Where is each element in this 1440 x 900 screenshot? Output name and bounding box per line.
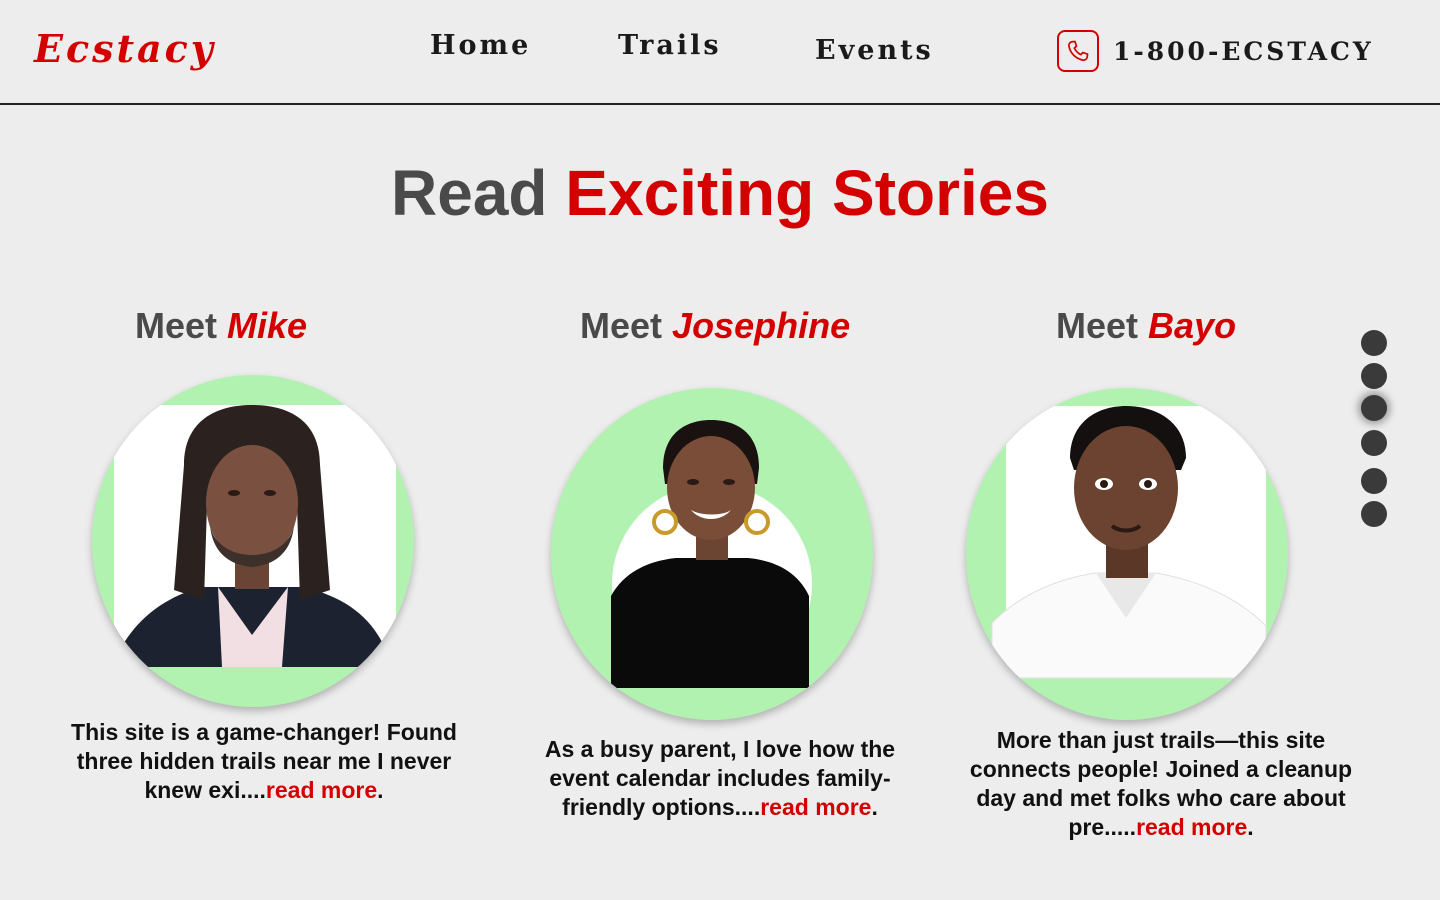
- meet-prefix: Meet: [135, 305, 218, 346]
- story-quote-bayo: More than just trails—this site connects…: [961, 726, 1361, 842]
- portrait-bayo: [966, 388, 1288, 720]
- story-heading-josephine: Meet Josephine: [580, 305, 850, 347]
- story-text: This site is a game-changer! Found three…: [71, 719, 457, 803]
- title-accent: Exciting Stories: [565, 157, 1049, 229]
- story-period: .: [377, 777, 384, 803]
- carousel-dot-1[interactable]: [1361, 330, 1387, 356]
- phone-icon: [1057, 30, 1099, 72]
- story-name: Josephine: [672, 305, 851, 346]
- read-more-link[interactable]: read more: [266, 777, 377, 803]
- read-more-link[interactable]: read more: [760, 794, 871, 820]
- portrait-mike: [92, 375, 414, 707]
- story-heading-bayo: Meet Bayo: [1056, 305, 1236, 347]
- phone-link[interactable]: 1-800-ECSTACY: [1057, 30, 1374, 72]
- carousel-dot-4[interactable]: [1361, 430, 1387, 456]
- nav-events[interactable]: Events: [815, 35, 934, 66]
- phone-number: 1-800-ECSTACY: [1113, 36, 1374, 66]
- read-more-link[interactable]: read more: [1136, 814, 1247, 840]
- carousel-dot-6[interactable]: [1361, 501, 1387, 527]
- meet-prefix: Meet: [1056, 305, 1139, 346]
- nav-trails[interactable]: Trails: [618, 30, 722, 61]
- site-header: Ecstacy Home Trails Events 1-800-ECSTACY: [0, 0, 1440, 105]
- title-lead: Read: [391, 157, 548, 229]
- meet-prefix: Meet: [580, 305, 663, 346]
- story-heading-mike: Meet Mike: [135, 305, 307, 347]
- story-period: .: [1247, 814, 1254, 840]
- page-title: Read Exciting Stories: [0, 156, 1440, 230]
- nav-home[interactable]: Home: [430, 30, 531, 61]
- portrait-josephine: [551, 388, 873, 720]
- carousel-dot-5[interactable]: [1361, 468, 1387, 494]
- story-quote-josephine: As a busy parent, I love how the event c…: [520, 735, 920, 822]
- site-logo[interactable]: Ecstacy: [34, 26, 216, 71]
- carousel-pagination: [1361, 330, 1387, 530]
- carousel-dot-3[interactable]: [1361, 395, 1387, 421]
- story-name: Bayo: [1148, 305, 1237, 346]
- story-name: Mike: [227, 305, 308, 346]
- story-quote-mike: This site is a game-changer! Found three…: [64, 718, 464, 805]
- story-period: .: [871, 794, 878, 820]
- carousel-dot-2[interactable]: [1361, 363, 1387, 389]
